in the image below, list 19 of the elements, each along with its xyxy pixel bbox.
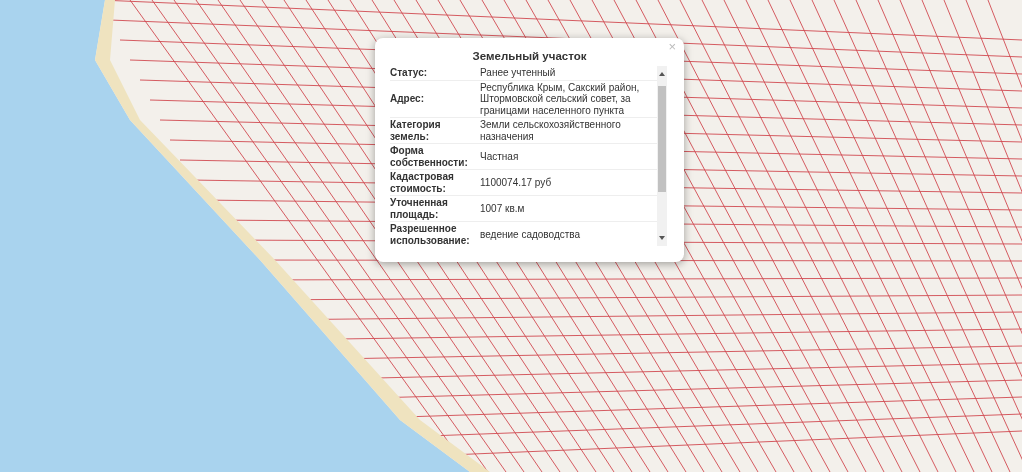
field-label: Уточненная площадь: [390,197,449,220]
popup-title: Земельный участок [472,50,587,62]
scroll-up-icon[interactable] [659,72,665,76]
field-value: ведение садоводства [480,228,582,241]
close-button[interactable]: × [665,39,679,54]
field-value: Ранее учтенный [480,67,557,79]
field-value: Частная [480,150,520,163]
field-label: Статус: [390,67,429,79]
field-value: 1100074.17 руб [480,176,553,189]
field-label: Разрешенное использование: [390,223,471,246]
field-label: Форма собственности: [390,145,469,168]
field-value: Земли сельскохозяйственного назначения [480,119,622,142]
scroll-down-icon[interactable] [659,236,665,240]
field-value: Республика Крым, Сакский район, Штормовской сельский совет, за границами населенного пункта [480,81,641,116]
field-label: Кадастровая стоимость: [390,171,455,194]
scrollbar[interactable] [657,66,667,246]
field-label: Адрес: [390,93,425,105]
field-label: Категория земель: [390,119,442,142]
field-value: 1007 кв.м [480,202,526,215]
